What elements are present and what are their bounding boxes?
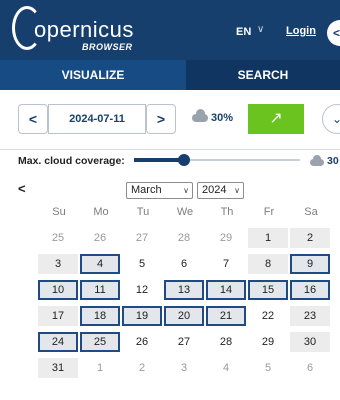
weekday-header: Su xyxy=(52,206,66,218)
slider-handle[interactable] xyxy=(178,154,190,166)
calendar-day[interactable]: 28 xyxy=(206,332,246,352)
calendar-day[interactable]: 4 xyxy=(206,358,246,378)
expand-options-button[interactable]: ⌄ xyxy=(322,104,340,134)
calendar-day[interactable]: 6 xyxy=(164,254,204,274)
app-header: opernicus BROWSER EN ∨ Login < xyxy=(0,0,340,60)
calendar-day-available[interactable]: 9 xyxy=(290,254,330,274)
main-tabs: VISUALIZE SEARCH xyxy=(0,60,340,90)
language-selector[interactable]: EN xyxy=(236,26,251,38)
logo-text: opernicus xyxy=(34,17,134,42)
calendar-day[interactable]: 30 xyxy=(290,332,330,352)
weekday-header: Th xyxy=(220,206,234,218)
date-toolbar: < 2024-07-11 > 30% ↗ ⌄ xyxy=(0,90,340,150)
calendar-day[interactable]: 25 xyxy=(38,228,78,248)
cloud-icon xyxy=(192,109,208,122)
chevron-down-icon: ∨ xyxy=(257,24,265,35)
calendar-day-available[interactable]: 24 xyxy=(38,332,78,352)
calendar-day[interactable]: 27 xyxy=(122,228,162,248)
calendar-day-available[interactable]: 13 xyxy=(164,280,204,300)
weekday-header: Tu xyxy=(136,206,150,218)
calendar-day-available[interactable]: 18 xyxy=(80,306,120,326)
open-arrow-button[interactable]: ↗ xyxy=(248,104,304,134)
logo-subtitle: BROWSER xyxy=(82,42,133,52)
calendar-day-available[interactable]: 16 xyxy=(290,280,330,300)
weekday-header: Mo xyxy=(93,206,109,218)
calendar-day[interactable]: 28 xyxy=(164,228,204,248)
calendar-day[interactable]: 27 xyxy=(164,332,204,352)
calendar-day[interactable]: 2 xyxy=(290,228,330,248)
month-select[interactable]: March ∨ xyxy=(126,182,193,199)
calendar-day[interactable]: 7 xyxy=(206,254,246,274)
cloud-coverage-label: Max. cloud coverage: xyxy=(18,155,125,167)
next-date-button[interactable]: > xyxy=(146,104,176,134)
cloud-coverage-slider[interactable] xyxy=(134,154,300,166)
calendar-day[interactable]: 26 xyxy=(80,228,120,248)
cloud-coverage-max: 30 xyxy=(327,155,339,167)
calendar-day[interactable]: 22 xyxy=(248,306,288,326)
calendar-day-available[interactable]: 21 xyxy=(206,306,246,326)
calendar-day-available[interactable]: 4 xyxy=(80,254,120,274)
calendar-day-available[interactable]: 25 xyxy=(80,332,120,352)
previous-date-button[interactable]: < xyxy=(18,104,48,134)
calendar-day[interactable]: 31 xyxy=(38,358,78,378)
calendar-day-available[interactable]: 20 xyxy=(164,306,204,326)
calendar-day[interactable]: 26 xyxy=(122,332,162,352)
calendar-day[interactable]: 23 xyxy=(290,306,330,326)
calendar-day[interactable]: 1 xyxy=(248,228,288,248)
slider-fill xyxy=(134,158,184,162)
calendar-day[interactable]: 29 xyxy=(248,332,288,352)
weekday-header: We xyxy=(176,206,194,218)
calendar-day[interactable]: 5 xyxy=(248,358,288,378)
calendar-day[interactable]: 5 xyxy=(122,254,162,274)
calendar-day-available[interactable]: 14 xyxy=(206,280,246,300)
calendar-day-available[interactable]: 19 xyxy=(122,306,162,326)
login-link[interactable]: Login xyxy=(286,25,316,37)
year-select[interactable]: 2024 ∨ xyxy=(197,182,244,199)
weekday-header: Fr xyxy=(263,206,275,218)
calendar-previous-month[interactable]: < xyxy=(18,181,26,196)
calendar-day[interactable]: 1 xyxy=(80,358,120,378)
tab-search[interactable]: SEARCH xyxy=(186,60,340,90)
year-select-value: 2024 xyxy=(202,184,227,196)
chevron-down-icon: ∨ xyxy=(234,186,240,195)
month-select-value: March xyxy=(131,184,162,196)
calendar-day[interactable]: 3 xyxy=(164,358,204,378)
cloud-icon xyxy=(310,155,324,166)
calendar-day[interactable]: 29 xyxy=(206,228,246,248)
calendar-day[interactable]: 12 xyxy=(122,280,162,300)
calendar-day[interactable]: 2 xyxy=(122,358,162,378)
tab-visualize[interactable]: VISUALIZE xyxy=(0,60,186,90)
calendar-day-available[interactable]: 11 xyxy=(80,280,120,300)
chevron-down-icon: ∨ xyxy=(183,186,189,195)
calendar-day[interactable]: 8 xyxy=(248,254,288,274)
calendar-day-available[interactable]: 15 xyxy=(248,280,288,300)
collapse-panel-button[interactable]: < xyxy=(327,20,340,46)
calendar-day[interactable]: 17 xyxy=(38,306,78,326)
weekday-header: Sa xyxy=(304,206,318,218)
date-input[interactable]: 2024-07-11 xyxy=(48,104,146,134)
cloud-coverage-value: 30% xyxy=(211,112,234,124)
calendar-day[interactable]: 6 xyxy=(290,358,330,378)
calendar-day-available[interactable]: 10 xyxy=(38,280,78,300)
calendar-day[interactable]: 3 xyxy=(38,254,78,274)
